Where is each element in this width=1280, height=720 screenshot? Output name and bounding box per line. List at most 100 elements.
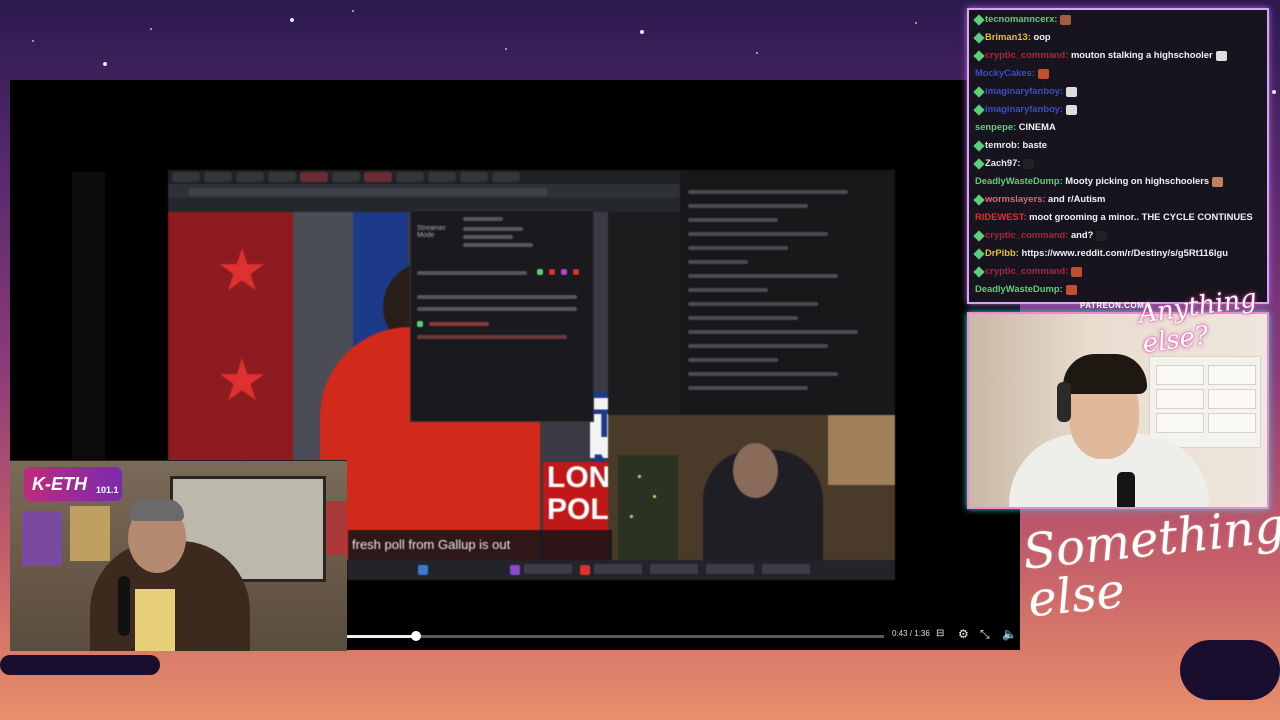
badge-icon xyxy=(973,49,985,62)
chat-username[interactable]: cryptic_command: xyxy=(985,265,1068,276)
browser-tab xyxy=(172,172,200,182)
chat-username[interactable]: wormslayers: xyxy=(985,193,1045,204)
branch-decoration xyxy=(1180,640,1280,700)
popup-line xyxy=(463,243,533,247)
time-display: 0:43 / 1:36 xyxy=(892,629,930,638)
popup-title: Streamer Mode xyxy=(417,225,446,239)
inner-chat-line xyxy=(688,344,828,348)
popup-dot xyxy=(417,321,423,327)
inner-chat-line xyxy=(688,316,798,320)
badge-icon xyxy=(973,13,985,26)
chat-username[interactable]: imaginaryfanboy: xyxy=(985,103,1063,114)
browser-tabs xyxy=(168,170,680,184)
emote-icon xyxy=(1065,284,1077,295)
inner-chat-line xyxy=(688,232,828,236)
taskbar xyxy=(348,560,895,580)
chat-username[interactable]: DrPibb: xyxy=(985,247,1019,258)
chat-message: cryptic_command: mouton stalking a highs… xyxy=(973,46,1227,64)
browser-tab xyxy=(460,172,488,182)
progress-fill xyxy=(347,635,416,638)
badge-icon xyxy=(973,193,985,206)
chat-message: Briman13: oop xyxy=(973,28,1051,46)
inner-chat-line xyxy=(688,330,858,334)
star-decoration xyxy=(640,30,644,34)
chat-username[interactable]: senpepe: xyxy=(975,121,1016,132)
popup-line xyxy=(463,217,503,221)
chat-text: mouton stalking a highschooler xyxy=(1068,49,1213,60)
chat-message: wormslayers: and r/Autism xyxy=(973,190,1106,208)
fullscreen-icon[interactable]: ⤡ xyxy=(980,627,990,641)
chat-username[interactable]: temrob: xyxy=(985,139,1020,150)
inner-chat-line xyxy=(688,246,788,250)
chat-message: cryptic_command: and? xyxy=(973,226,1108,244)
badge-icon xyxy=(973,265,985,278)
star-icon: ★ xyxy=(216,238,268,303)
news-caption: fresh poll from Gallup is out xyxy=(348,530,612,560)
progress-track[interactable] xyxy=(347,635,884,638)
popup-dot xyxy=(561,269,567,275)
drawer xyxy=(1156,389,1204,409)
progress-handle[interactable] xyxy=(410,631,421,641)
chat-username[interactable]: cryptic_command: xyxy=(985,229,1068,240)
taskbar-label xyxy=(706,564,754,574)
chat-message: MockyCakes: xyxy=(975,64,1049,82)
taskbar-icon xyxy=(418,565,428,575)
chat-username[interactable]: DeadlyWasteDump: xyxy=(975,283,1063,294)
badge-icon xyxy=(973,229,985,242)
badge-icon xyxy=(973,157,985,170)
popup-dot xyxy=(573,269,579,275)
chat-message: DeadlyWasteDump: Mooty picking on highsc… xyxy=(975,172,1224,190)
star-decoration xyxy=(103,62,107,66)
popup-line xyxy=(417,295,577,299)
emote-icon xyxy=(1037,68,1049,79)
inner-chat-line xyxy=(688,204,808,208)
browser-tab xyxy=(492,172,520,182)
star-decoration xyxy=(352,10,354,12)
emote-icon xyxy=(1060,14,1072,25)
browser-tab xyxy=(396,172,424,182)
star-decoration xyxy=(505,48,507,50)
inner-chat-line xyxy=(688,302,818,306)
chat-text: and? xyxy=(1068,229,1094,240)
chat-username[interactable]: DeadlyWasteDump: xyxy=(975,175,1063,186)
something-else-logo: Something else xyxy=(1020,497,1280,629)
streamer-mode-popup: Streamer Mode xyxy=(410,210,594,422)
browser-tab xyxy=(268,172,296,182)
microphone-icon xyxy=(1117,472,1135,507)
chat-username[interactable]: cryptic_command: xyxy=(985,49,1068,60)
emote-icon xyxy=(1215,50,1227,61)
star-decoration xyxy=(756,52,758,54)
drawer xyxy=(1208,413,1256,433)
poster xyxy=(22,511,62,566)
chat-text: CINEMA xyxy=(1016,121,1056,132)
chat-message: DrPibb: https://www.reddit.com/r/Destiny… xyxy=(973,244,1228,262)
popup-line xyxy=(417,335,567,339)
chat-username[interactable]: RIDEWEST: xyxy=(975,211,1027,222)
subtitles-icon[interactable]: ⊟ xyxy=(936,627,944,641)
volume-icon[interactable]: 🔈 xyxy=(1002,627,1017,641)
station-logo: K-ETH xyxy=(24,467,122,501)
chat-text: baste xyxy=(1019,139,1048,150)
branch-decoration xyxy=(0,655,160,675)
drawer xyxy=(1156,365,1204,385)
chat-username[interactable]: imaginaryfanboy: xyxy=(985,85,1063,96)
popup-dot xyxy=(549,269,555,275)
inner-webcam xyxy=(608,415,895,560)
chat-username[interactable]: Zach97: xyxy=(985,157,1020,168)
streamer-hair xyxy=(1063,354,1147,394)
chat-username[interactable]: tecnomanncerx: xyxy=(985,13,1057,24)
chat-message: DeadlyWasteDump: xyxy=(975,280,1077,298)
inner-chat-line xyxy=(688,260,748,264)
inner-chat-line xyxy=(688,358,778,362)
chat-username[interactable]: MockyCakes: xyxy=(975,67,1035,78)
microphone-icon xyxy=(118,576,130,636)
settings-icon[interactable]: ⚙ xyxy=(958,627,969,641)
chat-panel[interactable]: tecnomanncerx: Briman13: oop cryptic_comma… xyxy=(967,8,1269,304)
chat-message: RIDEWEST: moot grooming a minor.. THE CY… xyxy=(975,208,1253,226)
chat-username[interactable]: Briman13: xyxy=(985,31,1031,42)
tree-light xyxy=(653,495,656,498)
chat-text: and r/Autism xyxy=(1045,193,1106,204)
drawer xyxy=(1208,365,1256,385)
chat-text: moot grooming a minor.. THE CYCLE CONTIN… xyxy=(1026,211,1253,222)
badge-icon xyxy=(973,31,985,44)
